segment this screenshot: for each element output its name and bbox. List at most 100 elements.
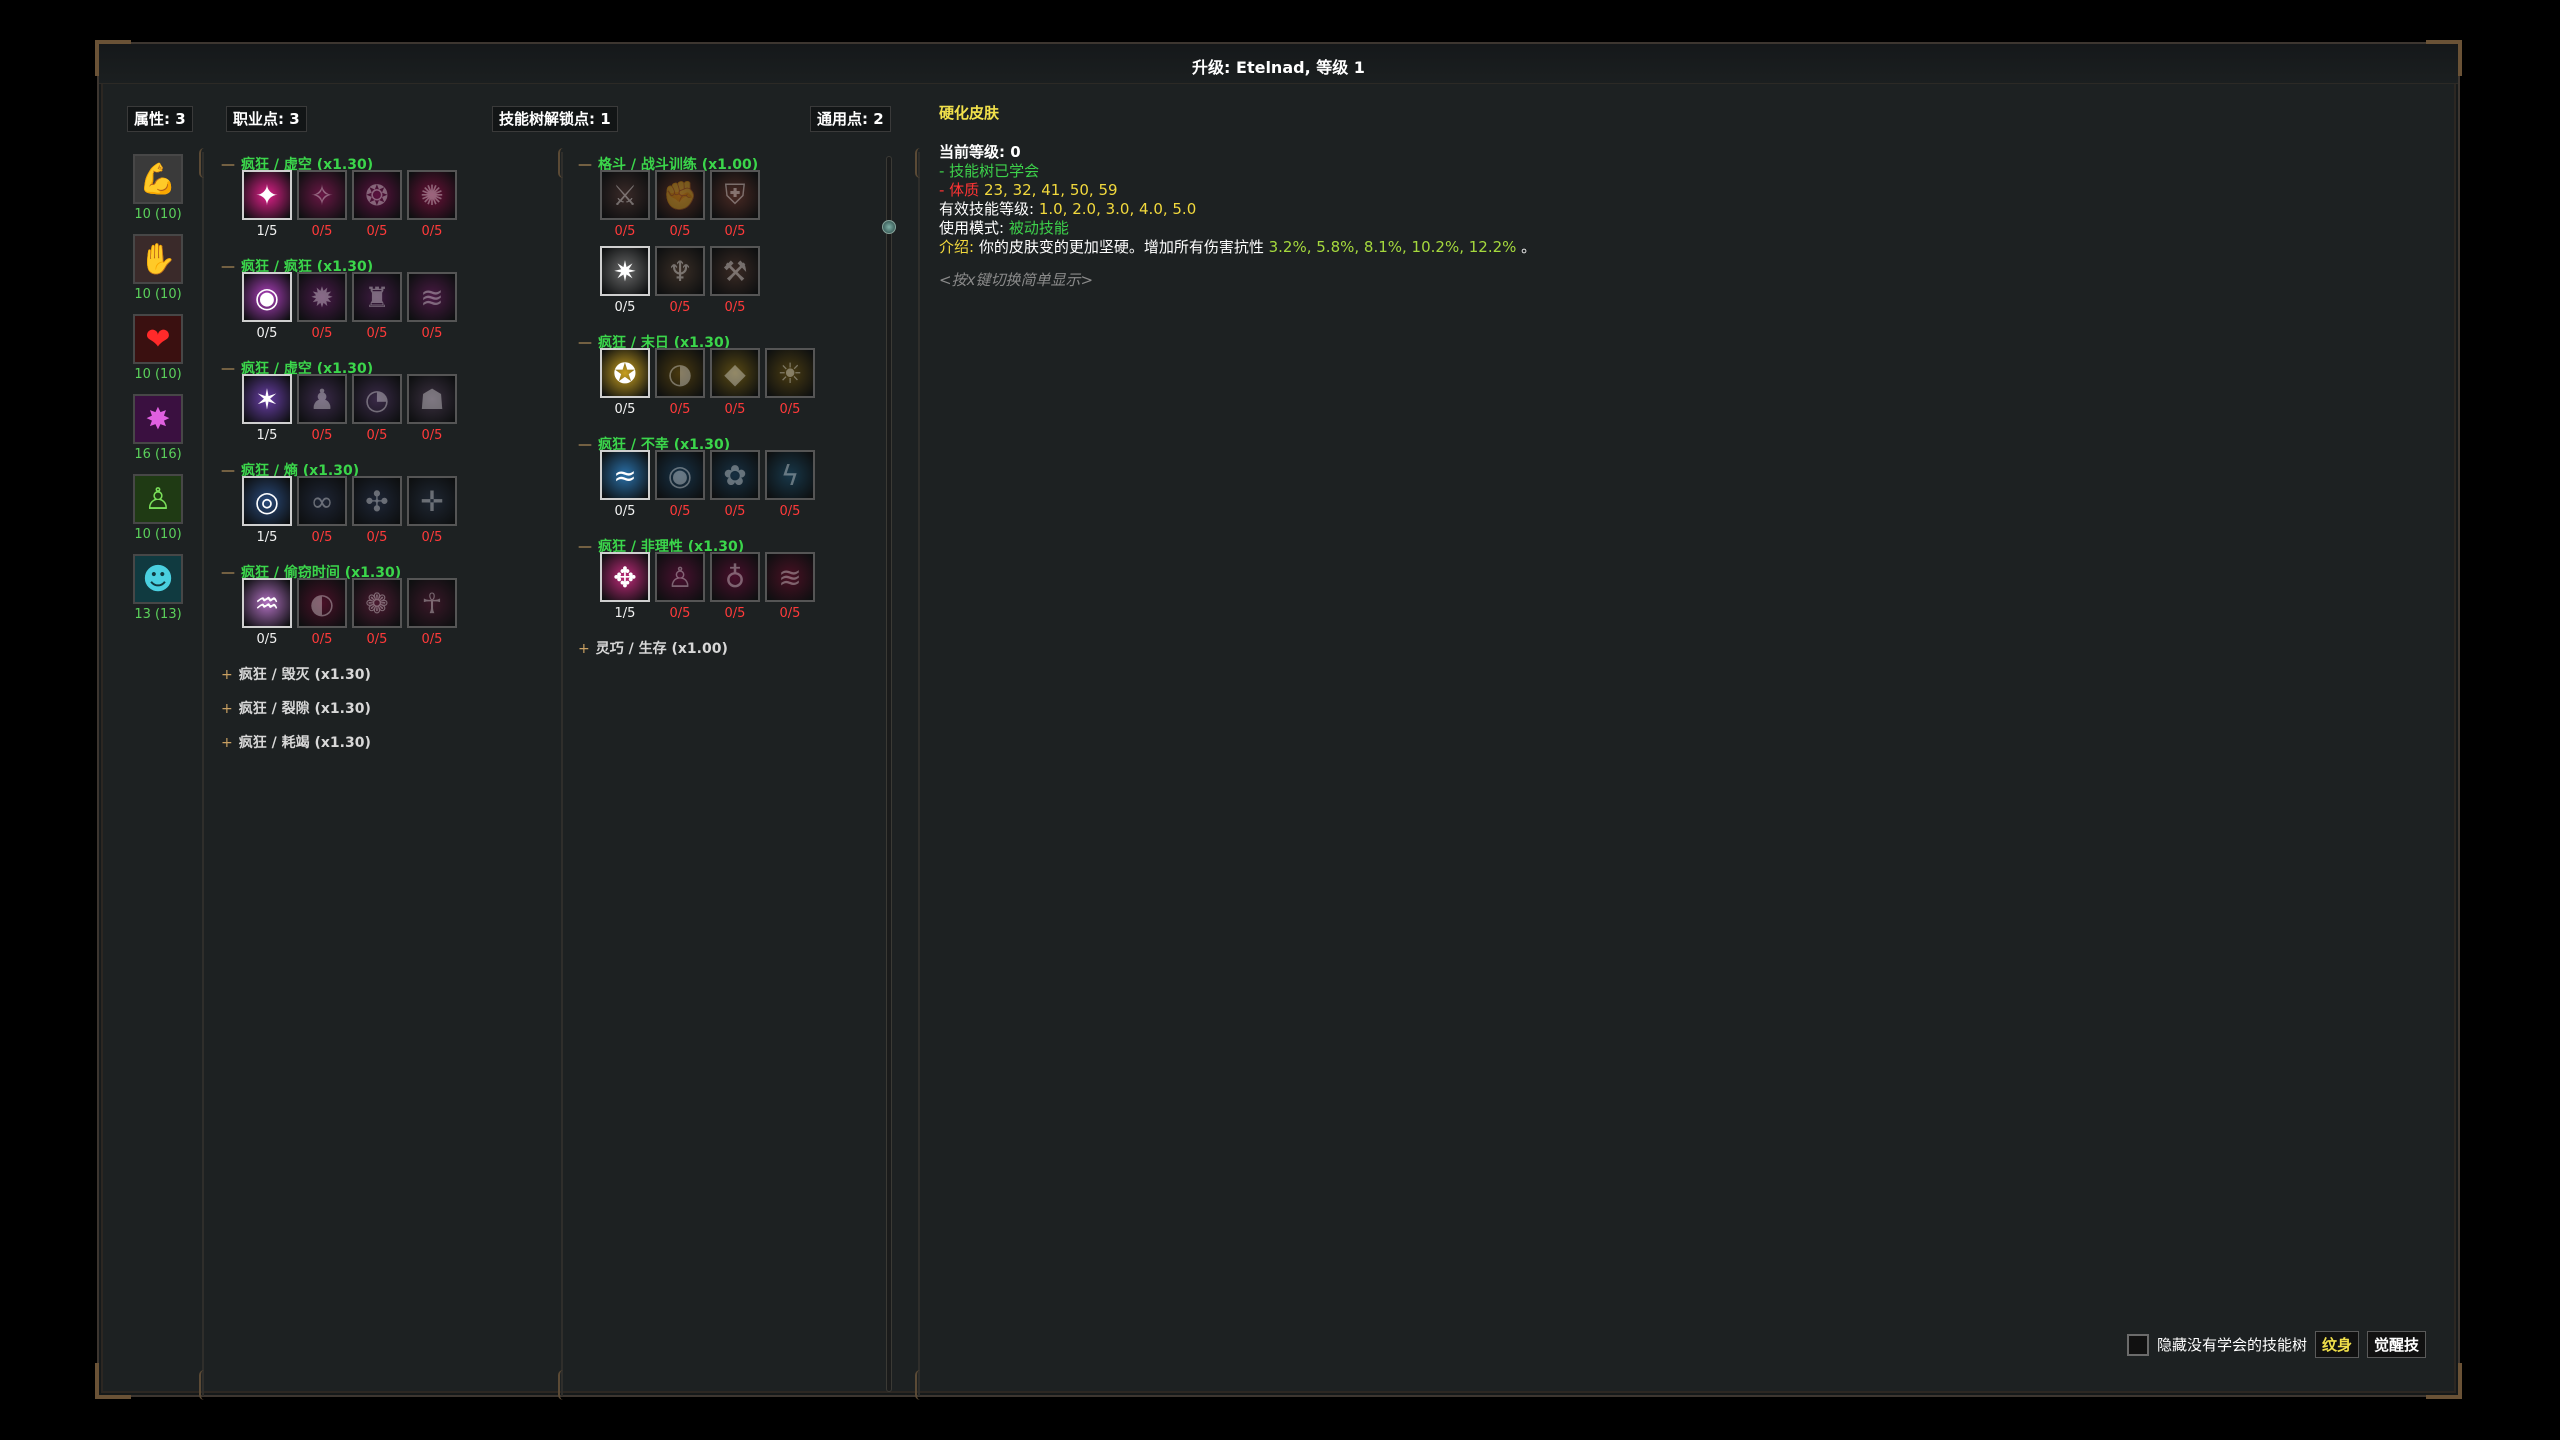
skill-slot[interactable]: ♆ 0/5 — [655, 246, 705, 315]
expand-icon[interactable]: + — [221, 735, 233, 751]
skill-icon[interactable]: ✷ — [600, 246, 650, 296]
collapse-icon[interactable]: — — [221, 157, 235, 173]
scrollbar-thumb[interactable] — [882, 220, 896, 234]
skill-icon[interactable]: ✛ — [407, 476, 457, 526]
skill-icon[interactable]: ♒ — [242, 578, 292, 628]
skill-icon[interactable]: ◉ — [655, 450, 705, 500]
skill-slot[interactable]: ♒ 0/5 — [242, 578, 292, 647]
attribute-6[interactable]: ☻ 13 (13) — [133, 554, 183, 622]
hide-unlearned-label[interactable]: 隐藏没有学会的技能树 — [2157, 1334, 2307, 1355]
skill-icon[interactable]: ☥ — [407, 578, 457, 628]
skill-icon[interactable]: ✊ — [655, 170, 705, 220]
skill-icon[interactable]: ✣ — [352, 476, 402, 526]
skill-slot[interactable]: ⚒ 0/5 — [710, 246, 760, 315]
title-bar[interactable]: 升级: Etelnad, 等级 1 — [99, 44, 2458, 84]
skill-icon[interactable]: ♆ — [655, 246, 705, 296]
skill-slot[interactable]: ◐ 0/5 — [297, 578, 347, 647]
skill-slot[interactable]: ☀ 0/5 — [765, 348, 815, 417]
skill-icon[interactable]: ✿ — [710, 450, 760, 500]
skill-icon[interactable]: ✶ — [242, 374, 292, 424]
attribute-2[interactable]: ✋ 10 (10) — [133, 234, 183, 302]
skill-slot[interactable]: ◆ 0/5 — [710, 348, 760, 417]
skill-icon[interactable]: ◎ — [242, 476, 292, 526]
skill-icon[interactable]: ✧ — [297, 170, 347, 220]
skill-icon[interactable]: ♁ — [710, 552, 760, 602]
skill-slot[interactable]: ☥ 0/5 — [407, 578, 457, 647]
skill-slot[interactable]: ◉ 0/5 — [242, 272, 292, 341]
skill-icon[interactable]: ♙ — [655, 552, 705, 602]
skill-icon[interactable]: ✥ — [600, 552, 650, 602]
skill-icon[interactable]: ⚔ — [600, 170, 650, 220]
collapse-icon[interactable]: — — [578, 437, 592, 453]
skill-slot[interactable]: ◎ 1/5 — [242, 476, 292, 545]
skill-icon[interactable]: ⛨ — [710, 170, 760, 220]
hide-unlearned-checkbox[interactable] — [2126, 1333, 2149, 1356]
awaken-skill-button[interactable]: 觉醒技 — [2366, 1331, 2426, 1358]
strength-muscle-icon[interactable]: 💪 — [133, 154, 183, 204]
skill-slot[interactable]: ☗ 0/5 — [407, 374, 457, 443]
skill-slot[interactable]: ♁ 0/5 — [710, 552, 760, 621]
skill-slot[interactable]: ≈0/5 — [600, 450, 650, 519]
skill-slot[interactable]: ✹ 0/5 — [297, 272, 347, 341]
skill-icon[interactable]: ≈ — [600, 450, 650, 500]
dexterity-hand-icon[interactable]: ✋ — [133, 234, 183, 284]
skill-slot[interactable]: ✷ 0/5 — [600, 246, 650, 315]
attribute-4[interactable]: ✸ 16 (16) — [133, 394, 183, 462]
skill-slot[interactable]: ≋ 0/5 — [407, 272, 457, 341]
skill-slot[interactable]: ♜ 0/5 — [352, 272, 402, 341]
skill-icon[interactable]: ✪ — [600, 348, 650, 398]
collapse-icon[interactable]: — — [221, 361, 235, 377]
collapse-icon[interactable]: — — [221, 259, 235, 275]
skill-icon[interactable]: ◑ — [655, 348, 705, 398]
skill-slot[interactable]: ✪ 0/5 — [600, 348, 650, 417]
skill-icon[interactable]: ❁ — [352, 578, 402, 628]
skill-icon[interactable]: ☗ — [407, 374, 457, 424]
skill-icon[interactable]: ◉ — [242, 272, 292, 322]
skill-icon[interactable]: ≋ — [765, 552, 815, 602]
magic-burst-icon[interactable]: ✸ — [133, 394, 183, 444]
skill-slot[interactable]: ✛ 0/5 — [407, 476, 457, 545]
attribute-1[interactable]: 💪 10 (10) — [133, 154, 183, 222]
collapse-icon[interactable]: — — [221, 565, 235, 581]
expand-icon[interactable]: + — [221, 667, 233, 683]
skill-icon[interactable]: ✦ — [242, 170, 292, 220]
skill-slot[interactable]: ♟ 0/5 — [297, 374, 347, 443]
skill-slot[interactable]: ◔ 0/5 — [352, 374, 402, 443]
skill-slot[interactable]: ◉ 0/5 — [655, 450, 705, 519]
attribute-3[interactable]: ❤ 10 (10) — [133, 314, 183, 382]
skill-tree-header[interactable]: + 疯狂 / 耗竭 (x1.30) — [221, 732, 371, 752]
skill-icon[interactable]: ◆ — [710, 348, 760, 398]
skill-slot[interactable]: ❂ 0/5 — [352, 170, 402, 239]
collapse-icon[interactable]: — — [578, 335, 592, 351]
expand-icon[interactable]: + — [221, 701, 233, 717]
skill-slot[interactable]: ✿ 0/5 — [710, 450, 760, 519]
skill-icon[interactable]: ⚒ — [710, 246, 760, 296]
collapse-icon[interactable]: — — [221, 463, 235, 479]
skill-icon[interactable]: ϟ — [765, 450, 815, 500]
tattoo-button[interactable]: 纹身 — [2314, 1331, 2359, 1358]
skill-slot[interactable]: ✺ 0/5 — [407, 170, 457, 239]
skill-icon[interactable]: ✺ — [407, 170, 457, 220]
skill-slot[interactable]: ⛨ 0/5 — [710, 170, 760, 239]
skill-slot[interactable]: ⚔ 0/5 — [600, 170, 650, 239]
collapse-icon[interactable]: — — [578, 157, 592, 173]
skill-icon[interactable]: ◔ — [352, 374, 402, 424]
skill-icon[interactable]: ✹ — [297, 272, 347, 322]
skill-icon[interactable]: ≋ — [407, 272, 457, 322]
skill-tree-header[interactable]: + 疯狂 / 裂隙 (x1.30) — [221, 698, 371, 718]
skill-icon[interactable]: ∞ — [297, 476, 347, 526]
attribute-5[interactable]: ♙ 10 (10) — [133, 474, 183, 542]
constitution-heart-icon[interactable]: ❤ — [133, 314, 183, 364]
skill-slot[interactable]: ✥ 1/5 — [600, 552, 650, 621]
skill-icon[interactable]: ◐ — [297, 578, 347, 628]
cunning-hooded-icon[interactable]: ☻ — [133, 554, 183, 604]
skill-tree-header[interactable]: + 疯狂 / 毁灭 (x1.30) — [221, 664, 371, 684]
skill-slot[interactable]: ϟ 0/5 — [765, 450, 815, 519]
skill-slot[interactable]: ✶ 1/5 — [242, 374, 292, 443]
skill-slot[interactable]: ♙ 0/5 — [655, 552, 705, 621]
expand-icon[interactable]: + — [578, 641, 590, 657]
skill-slot[interactable]: ≋ 0/5 — [765, 552, 815, 621]
willpower-figure-icon[interactable]: ♙ — [133, 474, 183, 524]
skill-icon[interactable]: ♟ — [297, 374, 347, 424]
skill-slot[interactable]: ◑ 0/5 — [655, 348, 705, 417]
